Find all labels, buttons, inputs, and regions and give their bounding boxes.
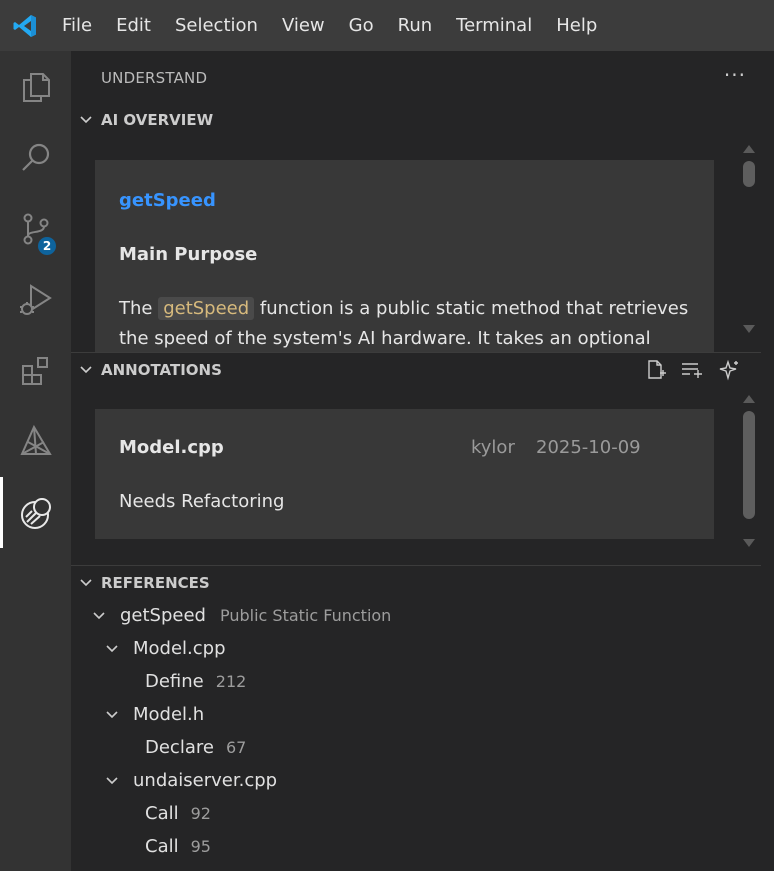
overview-scrollbar[interactable] [738, 141, 760, 347]
understand-ai-icon[interactable] [0, 477, 71, 548]
source-control-icon[interactable]: 2 [0, 193, 71, 264]
annotation-note: Needs Refactoring [119, 491, 285, 512]
ai-overview-card: getSpeed Main Purpose The getSpeed funct… [95, 160, 714, 352]
annotations-header[interactable]: ANNOTATIONS [71, 352, 761, 386]
tree-row-entry[interactable]: Call 92 [145, 797, 211, 830]
annotation-card[interactable]: Model.cpp kylor 2025-10-09 Needs Refacto… [95, 409, 714, 539]
run-debug-icon[interactable] [0, 264, 71, 335]
scroll-thumb[interactable] [743, 411, 755, 519]
tree-entry-line: 212 [215, 672, 247, 691]
annotation-date: 2025-10-09 [536, 437, 641, 458]
tree-row-entry[interactable]: Declare 67 [145, 731, 246, 764]
annotations-scrollbar[interactable] [738, 391, 760, 561]
scroll-down-arrow-icon[interactable] [743, 325, 755, 333]
tree-file-name: undaiserver.cpp [133, 770, 278, 791]
overview-subtitle: Main Purpose [119, 244, 258, 265]
vscode-logo-icon [0, 0, 50, 51]
tree-row-entry[interactable]: Call 95 [145, 830, 211, 863]
chevron-down-icon [100, 708, 124, 722]
menu-selection[interactable]: Selection [163, 0, 270, 51]
understand-sidebar: UNDERSTAND ··· AI OVERVIEW getSpeed Main… [71, 51, 774, 871]
tree-entry-line: 95 [190, 837, 211, 856]
chevron-down-icon [87, 609, 111, 623]
tree-entry-kind: Call [145, 803, 179, 824]
sidebar-title: UNDERSTAND [101, 69, 208, 87]
references-header[interactable]: REFERENCES [71, 565, 761, 599]
annotation-file[interactable]: Model.cpp [119, 437, 224, 458]
extensions-icon[interactable] [0, 335, 71, 406]
tree-entry-line: 92 [190, 804, 211, 823]
annotations-title: ANNOTATIONS [101, 360, 222, 379]
tree-row-entry[interactable]: Define 212 [145, 665, 246, 698]
activity-bar: 2 [0, 51, 71, 871]
chevron-down-icon [100, 774, 124, 788]
menu-help[interactable]: Help [544, 0, 609, 51]
tree-file-name: Model.cpp [133, 638, 226, 659]
source-control-badge: 2 [36, 235, 58, 257]
tree-file-name: Model.h [133, 704, 205, 725]
scroll-thumb[interactable] [743, 161, 755, 187]
tree-entry-kind: Declare [145, 737, 214, 758]
overview-text-before: The [119, 298, 159, 319]
tree-row-file[interactable]: undaiserver.cpp [100, 764, 277, 797]
menu-run[interactable]: Run [386, 0, 445, 51]
annotation-author: kylor [471, 437, 515, 458]
tree-entry-line: 67 [225, 738, 247, 757]
tree-root-desc: Public Static Function [219, 606, 392, 625]
tree-row-file[interactable]: Model.cpp [100, 632, 226, 665]
references-title: REFERENCES [101, 573, 210, 592]
overview-text: The getSpeed function is a public static… [119, 294, 699, 352]
tree-root-name: getSpeed [120, 605, 206, 626]
sparkle-add-icon[interactable] [715, 353, 743, 387]
tree-row-root[interactable]: getSpeed Public Static Function [87, 599, 391, 632]
tree-entry-kind: Call [145, 836, 179, 857]
menu-view[interactable]: View [270, 0, 337, 51]
tree-row-file[interactable]: Model.h [100, 698, 204, 731]
overview-code-chip: getSpeed [158, 297, 255, 320]
ai-overview-header[interactable]: AI OVERVIEW [71, 103, 761, 137]
new-file-annotation-icon[interactable] [642, 353, 670, 387]
scroll-up-arrow-icon[interactable] [743, 395, 755, 403]
menu-edit[interactable]: Edit [104, 0, 163, 51]
explorer-icon[interactable] [0, 51, 71, 122]
menu-terminal[interactable]: Terminal [444, 0, 544, 51]
ai-overview-title: AI OVERVIEW [101, 111, 214, 129]
filter-list-icon[interactable] [678, 353, 706, 387]
chevron-down-icon [71, 363, 101, 377]
chevron-down-icon [71, 576, 101, 590]
understand-triangle-icon[interactable] [0, 406, 71, 477]
search-icon[interactable] [0, 122, 71, 193]
title-bar: File Edit Selection View Go Run Terminal… [0, 0, 774, 51]
chevron-down-icon [100, 642, 124, 656]
more-actions-button[interactable]: ··· [724, 63, 746, 87]
overview-function-name[interactable]: getSpeed [119, 190, 216, 211]
tree-entry-kind: Define [145, 671, 204, 692]
menu-file[interactable]: File [50, 0, 104, 51]
chevron-down-icon [71, 113, 101, 127]
scroll-up-arrow-icon[interactable] [743, 145, 755, 153]
scroll-down-arrow-icon[interactable] [743, 539, 755, 547]
menu-go[interactable]: Go [337, 0, 386, 51]
